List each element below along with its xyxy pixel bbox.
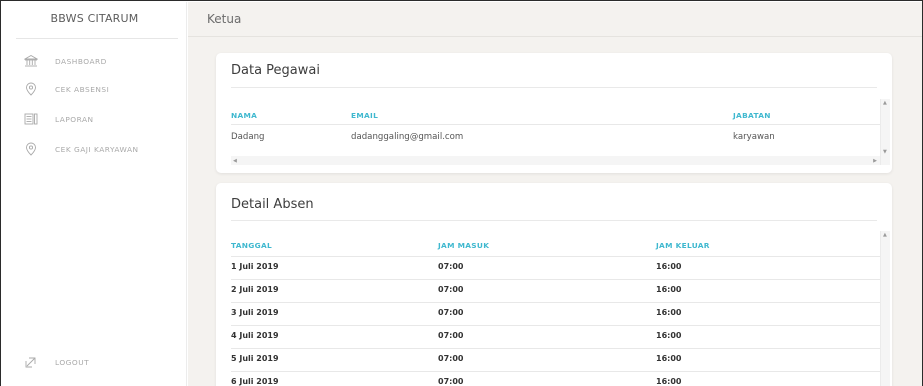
cell-jam-keluar: 16:00 — [656, 354, 682, 363]
detail-absen-card: Detail Absen TANGGAL JAM MASUK JAM KELUA… — [216, 183, 892, 386]
card-divider — [231, 87, 877, 88]
location-pin-icon — [26, 142, 36, 156]
row-divider — [231, 256, 880, 257]
column-header-jabatan[interactable]: JABATAN — [733, 111, 771, 120]
cell-jam-keluar: 16:00 — [656, 285, 682, 294]
card-title: Data Pegawai — [231, 63, 320, 78]
cell-tanggal: 4 Juli 2019 — [231, 331, 279, 340]
column-header-email[interactable]: EMAIL — [351, 111, 378, 120]
scroll-right-icon[interactable]: ▶ — [873, 158, 877, 164]
cell-jam-keluar: 16:00 — [656, 331, 682, 340]
sidebar-item-cek-gaji-karyawan[interactable]: CEK GAJI KARYAWAN — [24, 141, 139, 157]
sidebar-item-laporan[interactable]: LAPORAN — [24, 111, 94, 127]
scroll-up-icon[interactable]: ▲ — [883, 232, 887, 238]
brand-title[interactable]: BBWS CITARUM — [2, 12, 187, 25]
bank-icon — [24, 54, 38, 67]
sidebar-item-label: DASHBOARD — [55, 56, 107, 66]
app-window: BBWS CITARUM DASHBOARD CEK ABSENSI LAPOR… — [0, 0, 923, 386]
row-divider — [231, 279, 880, 280]
row-divider — [231, 325, 880, 326]
cell-jam-masuk: 07:00 — [438, 308, 464, 317]
cell-email: dadanggaling@gmail.com — [351, 132, 464, 142]
cell-jam-masuk: 07:00 — [438, 331, 464, 340]
cell-tanggal: 6 Juli 2019 — [231, 377, 279, 386]
main-content: Data Pegawai NAMA EMAIL JABATAN Dadang d… — [188, 37, 922, 386]
logout-icon — [25, 357, 36, 368]
card-title: Detail Absen — [231, 197, 314, 212]
scroll-left-icon[interactable]: ◀ — [233, 158, 237, 164]
sidebar-item-dashboard[interactable]: DASHBOARD — [24, 53, 107, 69]
cell-jam-keluar: 16:00 — [656, 308, 682, 317]
row-divider — [231, 302, 880, 303]
cell-jabatan: karyawan — [733, 132, 775, 142]
sidebar-item-label: CEK GAJI KARYAWAN — [55, 144, 139, 154]
page-title: Ketua — [207, 12, 242, 26]
horizontal-scrollbar[interactable]: ◀ ▶ — [231, 156, 880, 165]
vertical-scrollbar[interactable]: ▲ — [880, 231, 890, 386]
row-divider — [231, 124, 880, 125]
scroll-up-icon[interactable]: ▲ — [883, 100, 887, 106]
vertical-scrollbar[interactable]: ▲ ▼ — [880, 99, 890, 165]
column-header-jam-keluar[interactable]: JAM KELUAR — [656, 241, 710, 250]
sidebar-item-logout[interactable]: LOGOUT — [24, 354, 89, 370]
sidebar-item-cek-absensi[interactable]: CEK ABSENSI — [24, 81, 109, 97]
brand-divider — [16, 38, 178, 39]
top-header: Ketua — [188, 2, 922, 37]
column-header-jam-masuk[interactable]: JAM MASUK — [438, 241, 489, 250]
cell-jam-masuk: 07:00 — [438, 377, 464, 386]
cell-tanggal: 5 Juli 2019 — [231, 354, 279, 363]
data-pegawai-card: Data Pegawai NAMA EMAIL JABATAN Dadang d… — [216, 53, 892, 173]
cell-jam-masuk: 07:00 — [438, 285, 464, 294]
report-icon — [24, 113, 38, 125]
cell-jam-masuk: 07:00 — [438, 354, 464, 363]
scroll-down-icon[interactable]: ▼ — [883, 149, 887, 155]
sidebar-item-label: LAPORAN — [55, 114, 94, 124]
sidebar: BBWS CITARUM DASHBOARD CEK ABSENSI LAPOR… — [2, 2, 187, 386]
cell-tanggal: 1 Juli 2019 — [231, 262, 279, 271]
card-divider — [231, 220, 877, 221]
column-header-tanggal[interactable]: TANGGAL — [231, 241, 272, 250]
row-divider — [231, 348, 880, 349]
sidebar-item-label: CEK ABSENSI — [55, 84, 110, 94]
cell-tanggal: 3 Juli 2019 — [231, 308, 279, 317]
location-pin-icon — [26, 82, 36, 96]
column-header-nama[interactable]: NAMA — [231, 111, 257, 120]
cell-jam-masuk: 07:00 — [438, 262, 464, 271]
cell-tanggal: 2 Juli 2019 — [231, 285, 279, 294]
cell-jam-keluar: 16:00 — [656, 377, 682, 386]
row-divider — [231, 371, 880, 372]
sidebar-item-label: LOGOUT — [55, 357, 90, 367]
cell-jam-keluar: 16:00 — [656, 262, 682, 271]
cell-nama: Dadang — [231, 132, 265, 142]
